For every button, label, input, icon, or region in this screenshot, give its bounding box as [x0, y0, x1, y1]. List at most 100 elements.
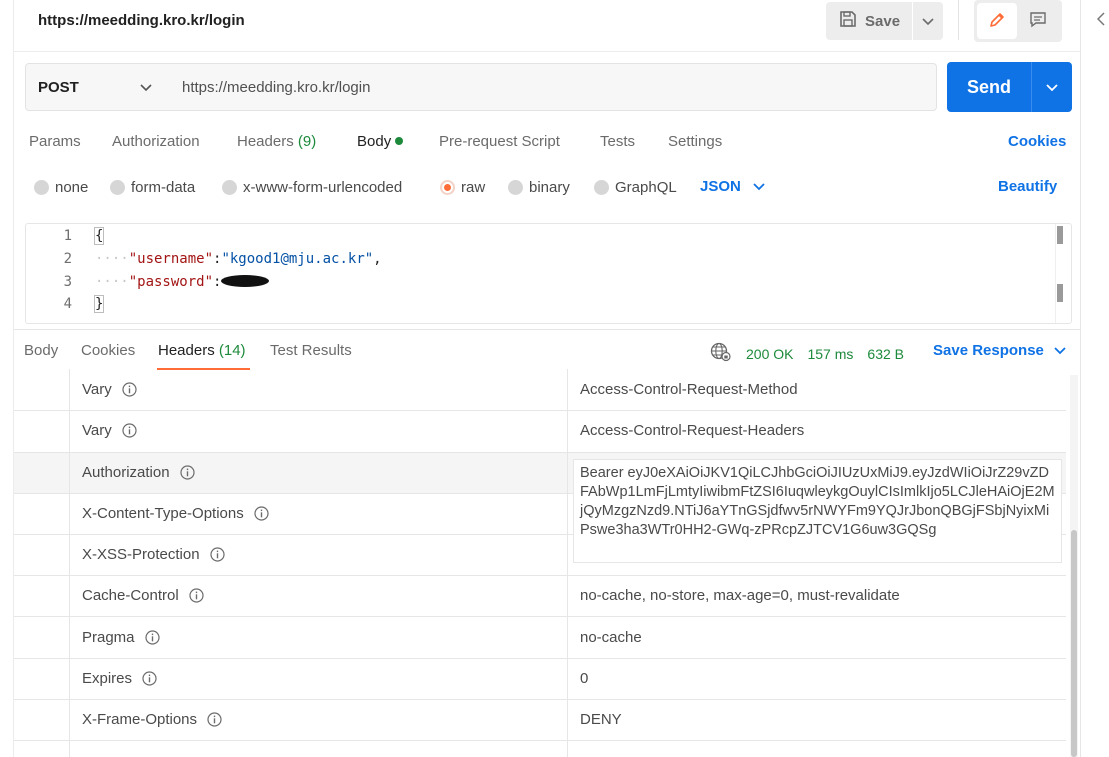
body-type-form-data-label: form-data: [131, 179, 196, 196]
url-input[interactable]: https://meedding.kro.kr/login: [168, 63, 937, 111]
table-row-divider: [14, 575, 1066, 576]
tab-authorization[interactable]: Authorization: [112, 133, 200, 150]
header-key-text: Vary: [82, 422, 112, 439]
request-title[interactable]: https://meedding.kro.kr/login: [38, 12, 245, 29]
response-time[interactable]: 157 ms: [807, 346, 853, 362]
method-value: POST: [38, 78, 79, 96]
url-value: https://meedding.kro.kr/login: [182, 78, 371, 96]
save-button[interactable]: Save: [826, 2, 912, 40]
editor-scroll-thumb[interactable]: [1057, 284, 1063, 302]
body-language-select[interactable]: JSON: [700, 178, 765, 195]
body-type-urlencoded[interactable]: x-www-form-urlencoded: [222, 179, 402, 196]
header-key-text: Vary: [82, 381, 112, 398]
status-code[interactable]: 200 OK: [746, 346, 793, 362]
radio-icon: [594, 180, 609, 195]
chevron-down-icon: [753, 178, 765, 195]
response-status: 200 OK 157 ms 632 B: [710, 342, 904, 365]
response-tab-body[interactable]: Body: [24, 342, 58, 359]
table-row-divider: [14, 658, 1066, 659]
active-tab-underline: [157, 368, 250, 370]
body-type-none[interactable]: none: [34, 179, 88, 196]
body-type-raw[interactable]: raw: [440, 179, 485, 196]
comment-icon: [1029, 11, 1047, 32]
info-icon[interactable]: [142, 671, 157, 686]
chevron-down-icon: [1054, 342, 1066, 359]
header-value: DENY: [580, 711, 622, 728]
edit-mode-button[interactable]: [977, 3, 1017, 39]
body-indicator-dot: [395, 137, 404, 146]
code-line-2: ····"username":"kgood1@mju.ac.kr",: [95, 251, 382, 267]
body-editor[interactable]: 1 2 3 4 { ····"username":"kgood1@mju.ac.…: [25, 223, 1072, 324]
response-tab-headers-label: Headers: [158, 342, 215, 359]
header-key: X-Frame-Options: [82, 711, 222, 728]
info-icon[interactable]: [207, 712, 222, 727]
open-brace: {: [93, 227, 105, 245]
redaction-mark: [221, 275, 270, 287]
response-tab-headers-count: (14): [218, 342, 246, 359]
tab-tests[interactable]: Tests: [600, 133, 635, 150]
beautify-button[interactable]: Beautify: [998, 178, 1057, 195]
table-row-divider: [14, 740, 1066, 741]
header-key-text: Pragma: [82, 629, 135, 646]
response-tab-test-results[interactable]: Test Results: [270, 342, 352, 359]
header-value: no-cache, no-store, max-age=0, must-reva…: [580, 587, 900, 604]
comment-mode-button[interactable]: [1019, 3, 1057, 39]
send-options-button[interactable]: [1031, 62, 1072, 112]
response-size[interactable]: 632 B: [867, 346, 904, 362]
code-line-3: ····"password":: [95, 274, 270, 290]
header-key: Authorization: [82, 464, 195, 481]
save-label: Save: [865, 12, 901, 30]
body-type-graphql[interactable]: GraphQL: [594, 179, 677, 196]
info-icon[interactable]: [179, 465, 195, 480]
info-icon[interactable]: [254, 506, 269, 521]
save-response-button[interactable]: Save Response: [933, 342, 1066, 359]
header-key-text: X-Content-Type-Options: [82, 505, 244, 522]
response-tab-headers[interactable]: Headers (14): [158, 342, 246, 359]
info-icon[interactable]: [209, 547, 225, 562]
header-key: Vary: [82, 381, 137, 398]
code-line-4: }: [93, 295, 105, 313]
line-number: 3: [63, 274, 72, 290]
panel-right-border: [1080, 0, 1081, 757]
save-icon: [839, 10, 857, 32]
header-value: no-cache: [580, 629, 642, 646]
save-options-button[interactable]: [913, 2, 943, 40]
tab-pre-request-script[interactable]: Pre-request Script: [439, 133, 560, 150]
header-divider: [958, 0, 959, 40]
chevron-left-icon[interactable]: [1096, 12, 1105, 31]
authorization-value-cell[interactable]: Bearer eyJ0eXAiOiJKV1QiLCJhbGciOiJIUzUxM…: [573, 459, 1062, 563]
header-key-text: Cache-Control: [82, 587, 179, 604]
tab-headers-label: Headers: [237, 133, 294, 150]
tab-settings[interactable]: Settings: [668, 133, 722, 150]
body-type-raw-label: raw: [461, 179, 486, 196]
indent-guide: ····: [95, 251, 129, 267]
chevron-down-icon: [922, 13, 934, 29]
body-type-binary[interactable]: binary: [508, 179, 570, 196]
globe-icon[interactable]: [710, 342, 732, 365]
header-value: Access-Control-Request-Headers: [580, 422, 805, 439]
info-icon[interactable]: [122, 382, 137, 397]
response-scroll-thumb[interactable]: [1071, 530, 1077, 757]
radio-icon: [508, 180, 523, 195]
header-value: Access-Control-Request-Method: [580, 381, 798, 398]
tab-headers[interactable]: Headers (9): [237, 133, 316, 150]
header-key-text: X-XSS-Protection: [82, 546, 200, 563]
editor-scroll-thumb[interactable]: [1057, 226, 1063, 244]
info-icon[interactable]: [189, 588, 204, 603]
tab-body[interactable]: Body: [357, 133, 404, 150]
cookies-link[interactable]: Cookies: [1008, 133, 1066, 150]
body-type-binary-label: binary: [529, 179, 570, 196]
info-icon[interactable]: [144, 630, 160, 645]
panel-left-border: [13, 0, 14, 757]
body-type-form-data[interactable]: form-data: [110, 179, 195, 196]
json-key: "password": [128, 274, 214, 290]
header-key: Expires: [82, 670, 157, 687]
info-icon[interactable]: [122, 423, 137, 438]
header-key-text: Authorization: [82, 464, 170, 481]
chevron-down-icon: [1046, 79, 1058, 95]
header-value: 0: [580, 670, 589, 687]
chevron-down-icon: [140, 79, 152, 95]
send-button[interactable]: Send: [947, 62, 1031, 112]
response-tab-cookies[interactable]: Cookies: [81, 342, 135, 359]
tab-params[interactable]: Params: [29, 133, 81, 150]
